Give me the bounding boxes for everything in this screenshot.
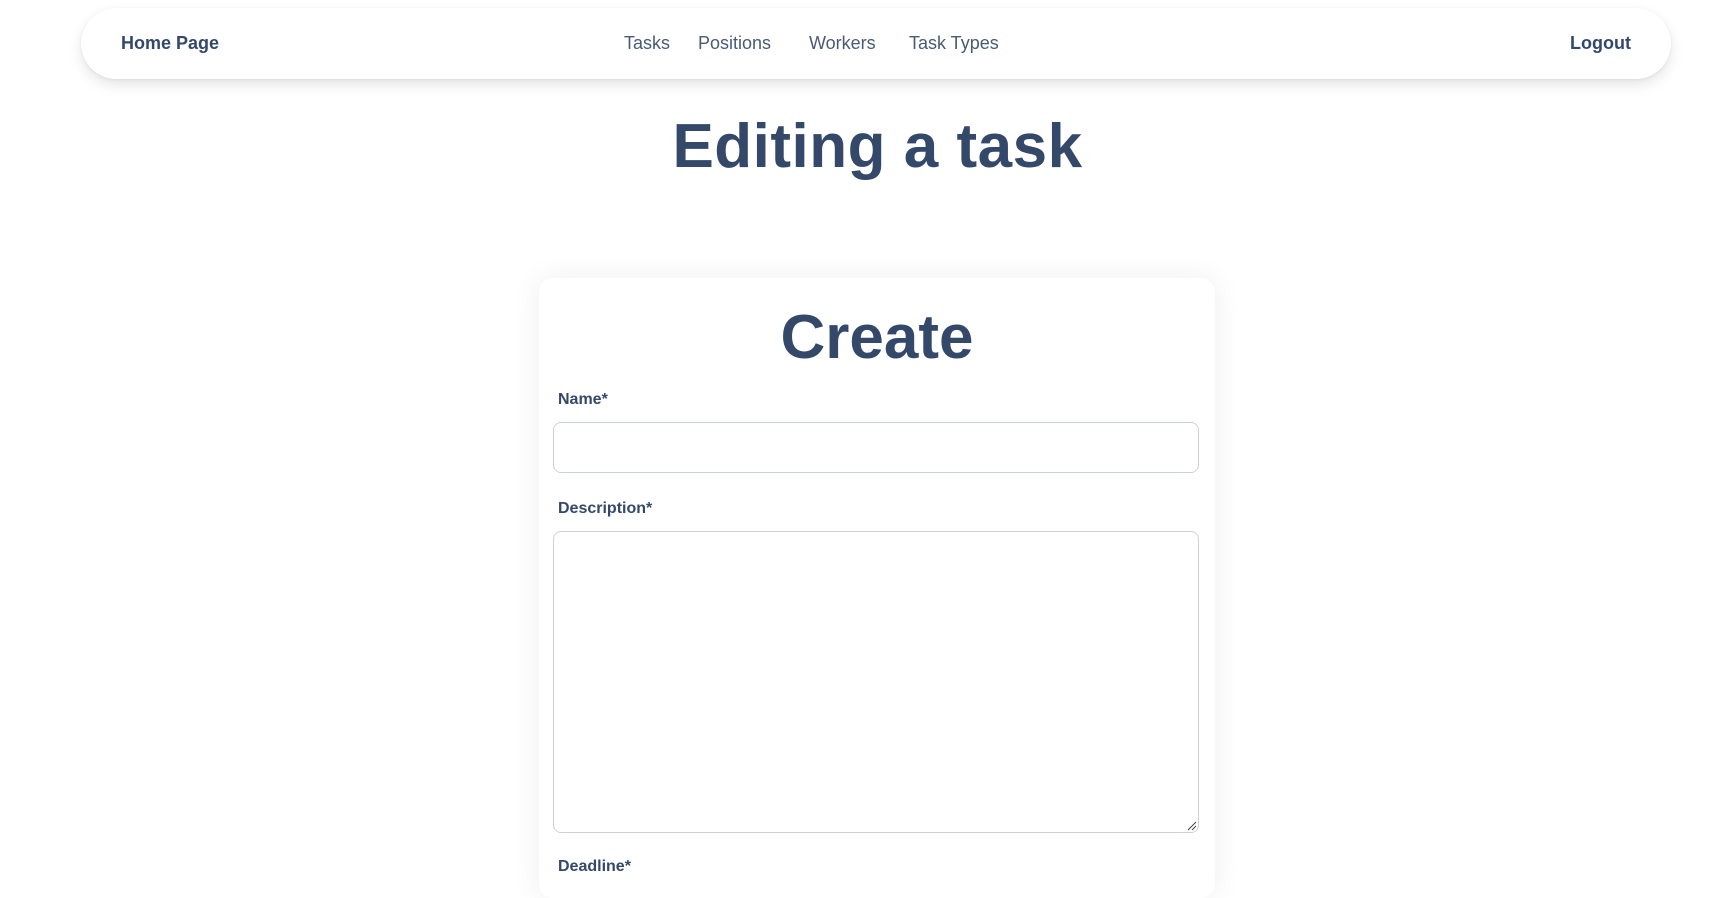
nav-link-positions[interactable]: Positions: [698, 8, 771, 79]
nav-link-workers[interactable]: Workers: [809, 8, 876, 79]
top-navbar: Home Page Tasks Positions Workers Task T…: [81, 8, 1671, 79]
description-label: Description*: [558, 500, 653, 517]
task-form-card: Create Name* Description* Deadline*: [539, 278, 1215, 898]
name-input[interactable]: [553, 422, 1199, 473]
nav-links: Tasks Positions Workers Task Types: [81, 8, 1671, 79]
resize-grip-icon[interactable]: [1187, 821, 1197, 831]
nav-link-task-types[interactable]: Task Types: [909, 8, 999, 79]
page-title: Editing a task: [672, 112, 1083, 181]
nav-link-tasks[interactable]: Tasks: [624, 8, 670, 79]
description-textarea[interactable]: [553, 531, 1199, 833]
form-title: Create: [780, 303, 974, 372]
name-label: Name*: [558, 391, 608, 408]
deadline-label: Deadline*: [558, 858, 631, 875]
logout-link[interactable]: Logout: [1570, 8, 1631, 79]
